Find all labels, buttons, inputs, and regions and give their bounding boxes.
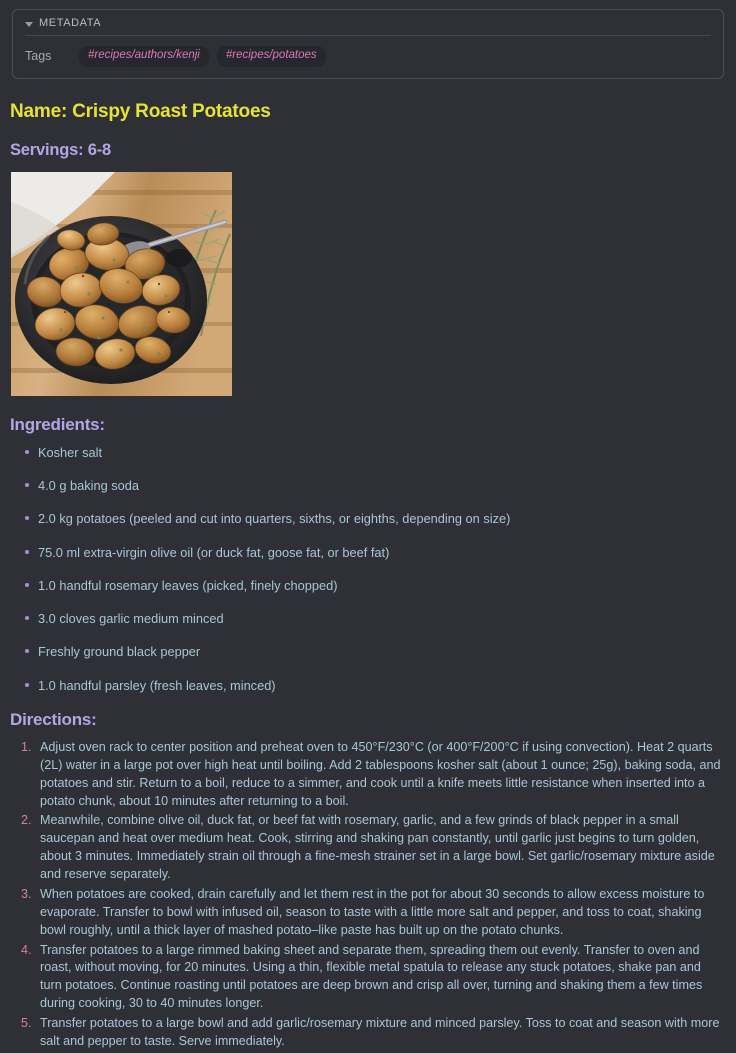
tag-chip[interactable]: #recipes/authors/kenji [79,46,209,67]
directions-heading: Directions: [10,709,97,729]
recipe-name-heading: Name: Crispy Roast Potatoes [10,100,271,122]
ingredients-list: Kosher salt 4.0 g baking soda 2.0 kg pot… [0,444,736,694]
metadata-header[interactable]: METADATA [25,17,711,36]
list-item: Transfer potatoes to a large rimmed baki… [21,942,703,1011]
recipe-photo-wrap [11,171,736,396]
servings-heading: Servings: 6-8 [10,140,112,159]
list-item: Transfer potatoes to a large bowl and ad… [21,1015,720,1048]
tag-chip[interactable]: #recipes/potatoes [216,46,326,67]
list-item: 1.0 handful rosemary leaves (picked, fin… [25,577,736,594]
list-item: 75.0 ml extra-virgin olive oil (or duck … [25,544,736,561]
recipe-photo [11,171,232,396]
metadata-key-tags: Tags [25,49,52,64]
list-item: 1.0 handful parsley (fresh leaves, mince… [25,677,736,694]
list-item: Kosher salt [25,444,736,461]
metadata-panel: METADATA Tags #recipes/authors/kenji #re… [12,9,724,79]
metadata-row-tags: Tags #recipes/authors/kenji #recipes/pot… [25,46,711,67]
chevron-down-icon[interactable] [25,21,33,27]
ingredients-heading: Ingredients: [10,414,105,434]
list-item: Adjust oven rack to center position and … [21,739,721,808]
directions-list: Adjust oven rack to center position and … [0,739,724,1051]
recipe-note-page: METADATA Tags #recipes/authors/kenji #re… [0,9,736,1051]
list-item: 3.0 cloves garlic medium minced [25,610,736,627]
tag-list: #recipes/authors/kenji #recipes/potatoes [79,46,326,67]
list-item: When potatoes are cooked, drain carefull… [21,886,705,937]
list-item: Freshly ground black pepper [25,643,736,660]
list-item: 4.0 g baking soda [25,477,736,494]
list-item: Meanwhile, combine olive oil, duck fat, … [21,812,715,882]
metadata-title: METADATA [39,17,102,29]
list-item: 2.0 kg potatoes (peeled and cut into qua… [25,510,736,527]
